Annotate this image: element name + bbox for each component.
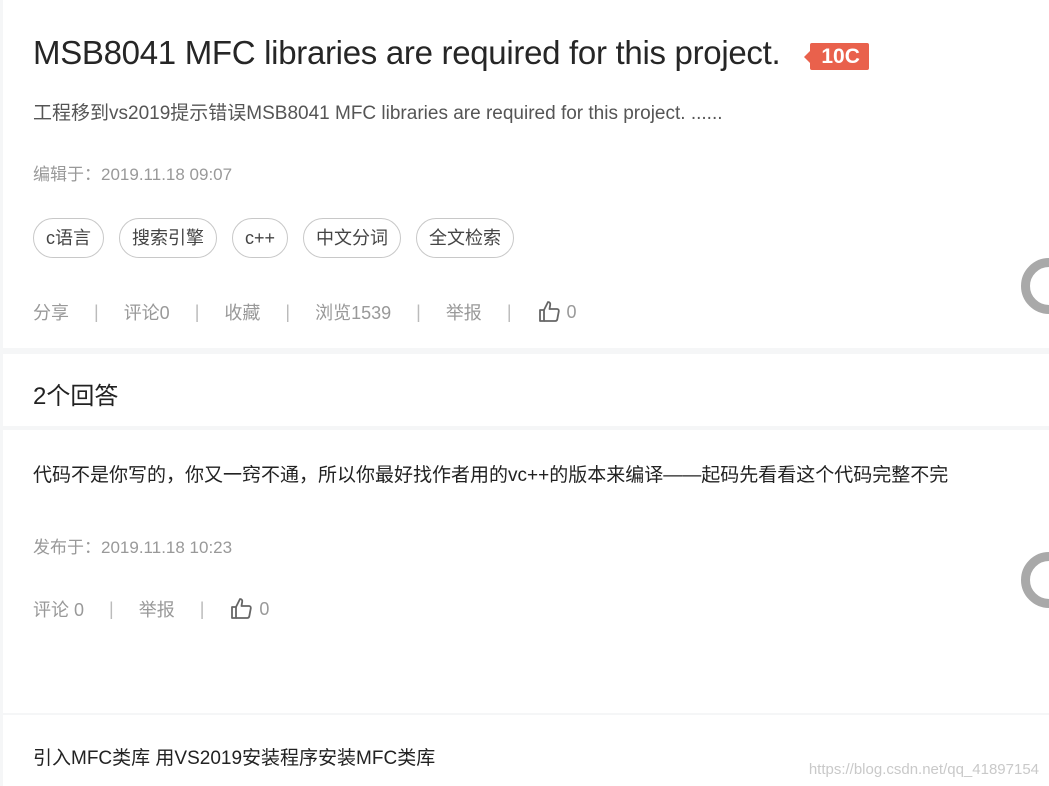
question-title: MSB8041 MFC libraries are required for t… <box>33 34 781 71</box>
edit-time: 编辑于：2019.11.18 09:07 <box>33 165 233 184</box>
share-link[interactable]: 分享 <box>33 299 69 325</box>
answer-comment-link[interactable]: 评论 0 <box>33 596 84 622</box>
views-count: 浏览1539 <box>315 303 392 323</box>
publish-time: 发布于：2019.11.18 10:23 <box>33 538 233 557</box>
thumbs-up-icon <box>231 598 253 619</box>
separator: | <box>416 301 421 322</box>
tag-list: c语言 搜索引擎 c++ 中文分词 全文检索 <box>33 218 515 258</box>
tag-full-text-search[interactable]: 全文检索 <box>416 218 515 258</box>
answer-item: 引入MFC类库 用VS2019安装程序安装MFC类库 https://blog.… <box>3 715 1049 786</box>
page: MSB8041 MFC libraries are required for t… <box>0 0 1049 786</box>
side-loading-icon <box>1021 552 1049 608</box>
answers-count: 2个回答 <box>33 383 119 410</box>
answers-header: 2个回答 <box>3 354 1049 426</box>
question-description: 工程移到vs2019提示错误MSB8041 MFC libraries are … <box>33 103 723 124</box>
answer-text: 代码不是你写的，你又一窍不通，所以你最好找作者用的vc++的版本来编译——起码先… <box>33 465 949 486</box>
question-actions: 分享 | 评论0 | 收藏 | 浏览1539 | 举报 | 0 <box>33 299 577 325</box>
side-loading-icon <box>1021 258 1049 314</box>
favorite-link[interactable]: 收藏 <box>224 299 260 325</box>
separator: | <box>109 598 114 619</box>
thumbs-up-icon <box>538 301 560 322</box>
like-count: 0 <box>566 301 577 322</box>
separator: | <box>194 301 200 322</box>
answer-text: 引入MFC类库 用VS2019安装程序安装MFC类库 <box>33 748 436 769</box>
separator: | <box>285 301 291 322</box>
answer-report-link[interactable]: 举报 <box>139 596 175 622</box>
comment-link[interactable]: 评论0 <box>124 299 170 325</box>
reward-badge: 10C <box>804 42 869 70</box>
answer-item: 代码不是你写的，你又一窍不通，所以你最好找作者用的vc++的版本来编译——起码先… <box>3 430 1049 713</box>
report-link[interactable]: 举报 <box>446 299 482 325</box>
like-button[interactable]: 0 <box>537 300 577 324</box>
tag-c-language[interactable]: c语言 <box>33 218 104 258</box>
question-card: MSB8041 MFC libraries are required for t… <box>3 0 1049 348</box>
separator: | <box>199 598 205 619</box>
answer-actions: 评论 0 | 举报 | 0 <box>33 596 269 622</box>
tag-chinese-segmentation[interactable]: 中文分词 <box>303 218 402 258</box>
watermark: https://blog.csdn.net/qq_41897154 <box>808 761 1039 778</box>
separator: | <box>94 301 99 322</box>
answer-like-button[interactable]: 0 <box>229 597 269 621</box>
question-title-row: MSB8041 MFC libraries are required for t… <box>33 34 869 72</box>
tag-search-engine[interactable]: 搜索引擎 <box>119 218 217 258</box>
separator: | <box>506 301 512 322</box>
tag-cpp[interactable]: c++ <box>232 218 289 258</box>
answer-like-count: 0 <box>259 598 270 619</box>
